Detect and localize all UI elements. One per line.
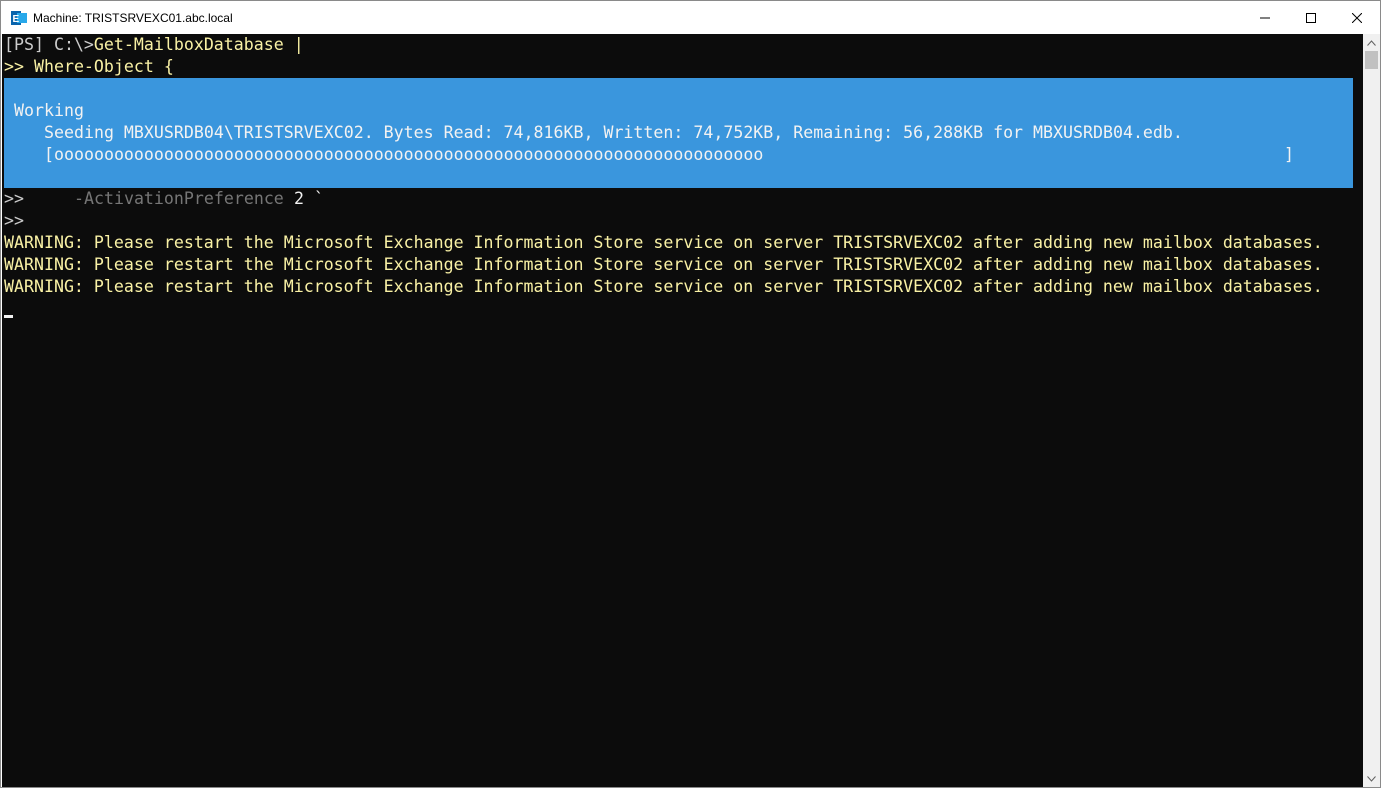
continuation-line: >> -ActivationPreference 2 ` [4, 188, 324, 210]
title-bar[interactable]: E Machine: TRISTSRVEXC01.abc.local [1, 1, 1380, 34]
warning-line: WARNING: Please restart the Microsoft Ex… [4, 255, 1323, 274]
command-text: Where-Object { [33, 57, 174, 76]
chevron-up-icon [1367, 39, 1376, 46]
command-line: [PS] C:\>Get-MailboxDatabase | [4, 34, 304, 56]
console-output[interactable]: [PS] C:\>Get-MailboxDatabase | >> Where-… [2, 34, 1363, 787]
minimize-icon [1260, 17, 1270, 18]
svg-text:E: E [13, 14, 20, 25]
progress-panel: Working Seeding MBXUSRDB04\TRISTSRVEXC02… [4, 78, 1353, 188]
close-icon [1352, 12, 1362, 23]
scroll-thumb[interactable] [1365, 51, 1378, 69]
maximize-button[interactable] [1288, 1, 1334, 34]
window-title: Machine: TRISTSRVEXC01.abc.local [33, 11, 233, 25]
progress-bar-fill: oooooooooooooooooooooooooooooooooooooooo… [54, 145, 764, 164]
continuation-prompt: >> [4, 189, 24, 208]
chevron-down-icon [1367, 775, 1376, 782]
parameter-name: -ActivationPreference [74, 189, 284, 208]
minimize-button[interactable] [1242, 1, 1288, 34]
exchange-management-shell-icon: E [11, 11, 27, 25]
text-cursor [4, 315, 13, 318]
maximize-icon [1306, 12, 1316, 23]
progress-bar-close: ] [1284, 145, 1294, 164]
continuation-line: >> [4, 210, 24, 232]
command-text: Get-MailboxDatabase | [93, 35, 304, 54]
progress-bar-open: [ [44, 145, 54, 164]
command-line: >> Where-Object { [4, 56, 174, 78]
vertical-scrollbar[interactable] [1363, 34, 1380, 787]
powershell-window: E Machine: TRISTSRVEXC01.abc.local [PS] … [0, 0, 1381, 788]
prompt: [PS] C:\> [4, 35, 94, 54]
scroll-down-button[interactable] [1363, 770, 1380, 787]
continuation-prompt: >> [4, 211, 24, 230]
progress-status: Seeding MBXUSRDB04\TRISTSRVEXC02. Bytes … [44, 123, 1183, 142]
progress-activity: Working [14, 101, 84, 120]
scroll-up-button[interactable] [1363, 34, 1380, 51]
continuation-prompt: >> [4, 57, 34, 76]
warning-line: WARNING: Please restart the Microsoft Ex… [4, 277, 1323, 296]
warning-line: WARNING: Please restart the Microsoft Ex… [4, 233, 1323, 252]
close-button[interactable] [1334, 1, 1380, 34]
parameter-value: 2 ` [284, 189, 324, 208]
